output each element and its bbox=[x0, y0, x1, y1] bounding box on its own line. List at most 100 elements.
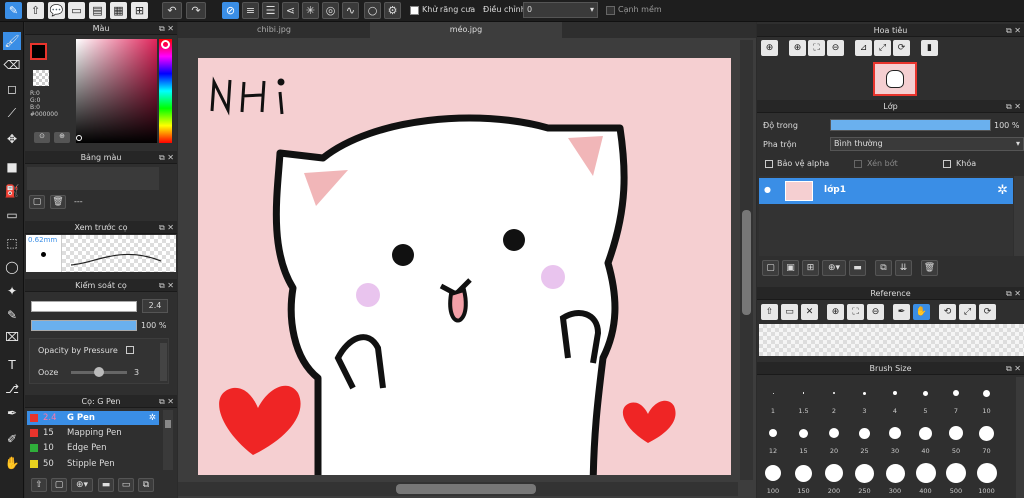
reference-hand-icon[interactable]: ✋ bbox=[913, 304, 930, 320]
duplicate-brush-icon[interactable]: ⧉ bbox=[138, 478, 154, 492]
brush-size-option[interactable]: 500 bbox=[946, 461, 966, 497]
select-eraser-tool-icon[interactable]: ⌧ bbox=[3, 328, 21, 346]
select-pen-tool-icon[interactable]: ✎ bbox=[3, 306, 21, 324]
comment-icon[interactable]: 💬 bbox=[48, 2, 65, 19]
opacity-pressure-checkbox[interactable] bbox=[126, 346, 134, 354]
bucket-tool-icon[interactable]: ⛽ bbox=[3, 182, 21, 200]
add-brush-menu-icon[interactable]: ⊕▾ bbox=[71, 478, 93, 492]
color-cursor[interactable] bbox=[76, 135, 82, 141]
visibility-eye-icon[interactable]: ● bbox=[764, 185, 771, 194]
brush-size-option[interactable]: 10 bbox=[977, 381, 997, 417]
ellipse-snap-icon[interactable]: ○ bbox=[364, 2, 381, 19]
radial-snap-icon[interactable]: ✳ bbox=[302, 2, 319, 19]
ooze-slider-handle[interactable] bbox=[94, 367, 104, 377]
add-layer-menu-icon[interactable]: ⊕▾ bbox=[822, 260, 846, 276]
pen-tool-icon[interactable]: ✐ bbox=[3, 430, 21, 448]
panel-close-icon[interactable]: ⧉ ✕ bbox=[159, 221, 174, 234]
line-tool-icon[interactable]: ⟋ bbox=[3, 104, 21, 122]
panel-close-icon[interactable]: ⧉ ✕ bbox=[159, 279, 174, 292]
reference-actual-size-icon[interactable]: ⤢ bbox=[959, 304, 976, 320]
hue-handle[interactable] bbox=[161, 40, 170, 49]
duplicate-layer-icon[interactable]: ⧉ bbox=[875, 260, 892, 276]
reference-zoom-in-icon[interactable]: ⊕ bbox=[827, 304, 844, 320]
new-layer-icon[interactable]: ▢ bbox=[762, 260, 779, 276]
eraser-tool-icon[interactable]: ⌫ bbox=[3, 56, 21, 74]
transparent-swatch[interactable] bbox=[33, 70, 49, 86]
tab-meo[interactable]: méo.jpg bbox=[370, 22, 562, 38]
brush-item-mapping-pen[interactable]: 15 Mapping Pen bbox=[27, 426, 159, 440]
reference-zoom-out-icon[interactable]: ⊖ bbox=[867, 304, 884, 320]
no-snap-icon[interactable]: ⊘ bbox=[222, 2, 239, 19]
add-layer-icon[interactable]: ⊞ bbox=[802, 260, 819, 276]
curve-snap-icon[interactable]: ∿ bbox=[342, 2, 359, 19]
brush-size-option[interactable]: 300 bbox=[885, 461, 905, 497]
brush-tool-icon[interactable]: 🖌 bbox=[3, 32, 21, 50]
trash-icon[interactable]: 🗑 bbox=[50, 195, 66, 209]
brush-size-option[interactable]: 1000 bbox=[976, 461, 997, 497]
brush-size-option[interactable]: 40 bbox=[916, 421, 936, 457]
magic-wand-tool-icon[interactable]: ✦ bbox=[3, 282, 21, 300]
flip-horizontal-icon[interactable]: ⊿ bbox=[855, 40, 872, 56]
brush-size-option[interactable]: 25 bbox=[855, 421, 875, 457]
eyedropper-tool-icon[interactable]: ✒ bbox=[3, 404, 21, 422]
lock-checkbox[interactable] bbox=[943, 160, 951, 168]
zoom-in-alt-icon[interactable]: ⊕ bbox=[789, 40, 806, 56]
brush-size-option[interactable]: 400 bbox=[915, 461, 936, 497]
brush-size-option[interactable]: 100 bbox=[763, 461, 783, 497]
brush-item-g-pen[interactable]: 2.4 G Pen ✲ bbox=[27, 411, 159, 425]
brush-list-scrollbar[interactable] bbox=[163, 410, 173, 470]
hue-slider[interactable] bbox=[159, 39, 172, 143]
reference-fit-icon[interactable]: ⛶ bbox=[847, 304, 864, 320]
reference-upload-icon[interactable]: ⇧ bbox=[761, 304, 778, 320]
delete-layer-icon[interactable]: 🗑 bbox=[921, 260, 938, 276]
brush-size-option[interactable]: 2 bbox=[824, 381, 844, 417]
panel-close-icon[interactable]: ⧉ ✕ bbox=[159, 395, 174, 408]
brush-size-option[interactable]: 5 bbox=[916, 381, 936, 417]
brush-size-option[interactable]: 50 bbox=[946, 421, 966, 457]
zoom-out-icon[interactable]: ⊖ bbox=[827, 40, 844, 56]
brush-size-option[interactable]: 3 bbox=[855, 381, 875, 417]
brush-size-option[interactable]: 7 bbox=[946, 381, 966, 417]
rect-select-tool-icon[interactable]: ◻ bbox=[3, 80, 21, 98]
navigator-thumbnail[interactable] bbox=[873, 62, 917, 96]
brush-size-input[interactable]: 2.4 bbox=[142, 299, 168, 313]
circle-snap-icon[interactable]: ◎ bbox=[322, 2, 339, 19]
blend-mode-dropdown[interactable]: Bình thường ▾ bbox=[830, 137, 1024, 151]
brush-item-edge-pen[interactable]: 10 Edge Pen bbox=[27, 441, 159, 455]
fill-rect-tool-icon[interactable]: ■ bbox=[3, 158, 21, 176]
upload-brush-icon[interactable]: ⇧ bbox=[31, 478, 47, 492]
settings-gear-icon[interactable]: ⚙ bbox=[384, 2, 401, 19]
select-tool-icon[interactable]: ⬚ bbox=[3, 234, 21, 252]
brush-size-option[interactable]: 1.5 bbox=[794, 381, 814, 417]
canvas-info-icon[interactable]: ▮ bbox=[921, 40, 938, 56]
vertical-scrollbar[interactable] bbox=[740, 40, 753, 480]
hand-tool-icon[interactable]: ✋ bbox=[3, 454, 21, 472]
export-icon[interactable]: ⊞ bbox=[131, 2, 148, 19]
layer-scrollbar[interactable] bbox=[1014, 176, 1024, 256]
lasso-tool-icon[interactable]: ◯ bbox=[3, 258, 21, 276]
brush-size-option[interactable]: 70 bbox=[977, 421, 997, 457]
rotate-icon[interactable]: ⟳ bbox=[893, 40, 910, 56]
brush-size-option[interactable]: 20 bbox=[824, 421, 844, 457]
brush-opacity-slider[interactable] bbox=[31, 320, 137, 331]
brush-settings-gear-icon[interactable]: ✲ bbox=[149, 411, 156, 425]
fit-screen-icon[interactable]: ⛶ bbox=[808, 40, 825, 56]
actual-size-icon[interactable]: ⤢ bbox=[874, 40, 891, 56]
palette-area[interactable] bbox=[27, 167, 159, 190]
brush-size-option[interactable]: 150 bbox=[794, 461, 814, 497]
new-layer-alt-icon[interactable]: ▣ bbox=[782, 260, 799, 276]
brush-item-stipple-pen[interactable]: 50 Stipple Pen bbox=[27, 457, 137, 471]
brush-size-option[interactable]: 4 bbox=[885, 381, 905, 417]
new-palette-icon[interactable]: ▢ bbox=[29, 195, 45, 209]
panel-close-icon[interactable]: ⧉ ✕ bbox=[1006, 100, 1021, 113]
gradient-tool-icon[interactable]: ▭ bbox=[3, 206, 21, 224]
color-picker-button[interactable]: ⊕ bbox=[54, 132, 70, 143]
move-tool-icon[interactable]: ✥ bbox=[3, 130, 21, 148]
brush-size-option[interactable]: 250 bbox=[855, 461, 875, 497]
panel-close-icon[interactable]: ⧉ ✕ bbox=[1006, 24, 1021, 37]
brush-size-option[interactable]: 30 bbox=[885, 421, 905, 457]
tab-chibi[interactable]: chibi.jpg bbox=[178, 22, 370, 38]
panel-close-icon[interactable]: ⧉ ✕ bbox=[159, 22, 174, 35]
reference-close-icon[interactable]: ✕ bbox=[801, 304, 818, 320]
parallel-snap-icon[interactable]: ≡ bbox=[242, 2, 259, 19]
